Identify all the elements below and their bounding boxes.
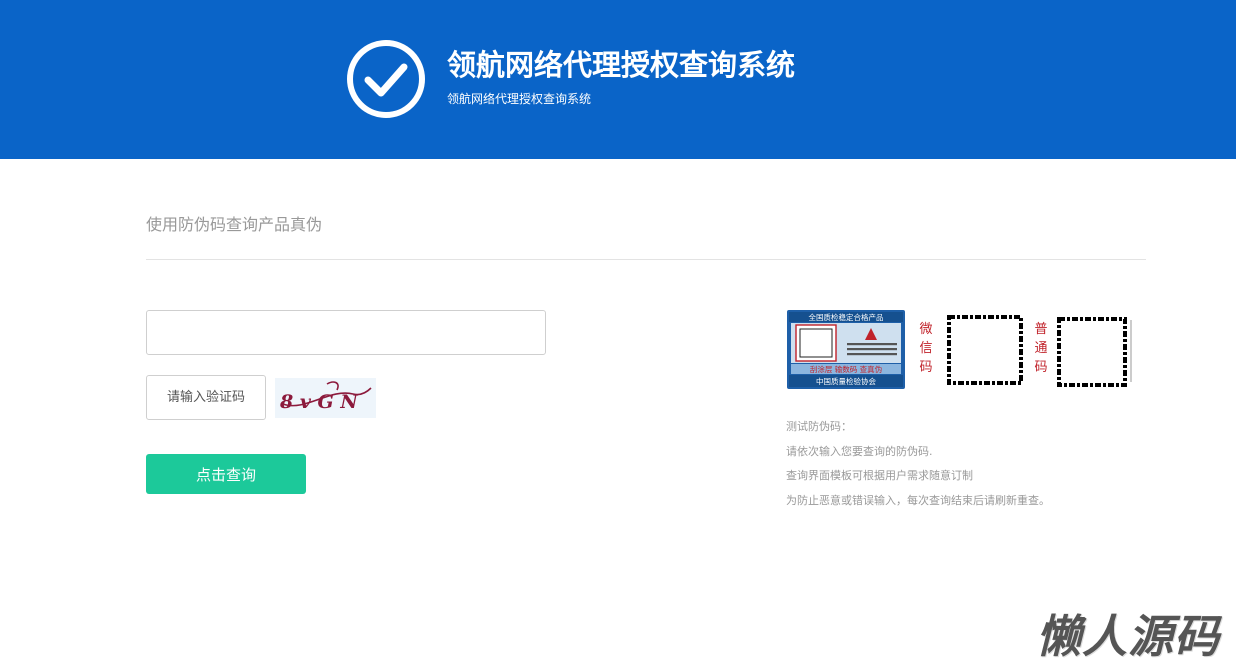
header-banner: 领航网络代理授权查询系统 领航网络代理授权查询系统 [0, 0, 1236, 159]
label-footer-text: 中国质量检验协会 [816, 376, 876, 386]
info-line: 请依次输入您要查询的防伪码. [786, 444, 933, 458]
captcha-input[interactable] [146, 375, 266, 420]
captcha-image[interactable]: 8 v G N [275, 378, 376, 418]
check-circle-icon [347, 40, 425, 118]
wechat-code-label: 微 信 码 [919, 322, 933, 375]
label-header-text: 全国质检稳定合格产品 [809, 312, 884, 322]
info-panel: 测试防伪码： 请依次输入您要查询的防伪码. 查询界面模板可根据用户需求随意订制 … [786, 415, 1050, 513]
captcha-graphic: 8 v G N [279, 381, 372, 413]
security-code-input[interactable] [146, 310, 546, 355]
site-title: 领航网络代理授权查询系统 [447, 48, 796, 82]
divider [146, 259, 1146, 260]
site-subtitle: 领航网络代理授权查询系统 [447, 92, 592, 106]
section-title: 使用防伪码查询产品真伪 [146, 215, 323, 234]
submit-query-button[interactable]: 点击查询 [146, 454, 306, 494]
wechat-qr-code [946, 314, 1024, 386]
normal-code-label: 普 通 码 [1034, 322, 1048, 375]
label-scratch-text: 刮涂层 输数码 查真伪 [810, 364, 882, 374]
watermark: 懒人源码 [1036, 610, 1221, 663]
info-line: 测试防伪码： [786, 420, 852, 433]
info-line: 为防止恶意或错误输入，每次查询结束后请刷新重查。 [786, 493, 1050, 507]
info-line: 查询界面模板可根据用户需求随意订制 [786, 469, 973, 482]
anti-fake-label-image: 全国质检稳定合格产品 刮涂层 输数码 查真伪 中国质量检验协会 [787, 310, 905, 389]
captcha-text: 8 v G N [279, 391, 358, 413]
normal-barcode [1056, 316, 1134, 388]
